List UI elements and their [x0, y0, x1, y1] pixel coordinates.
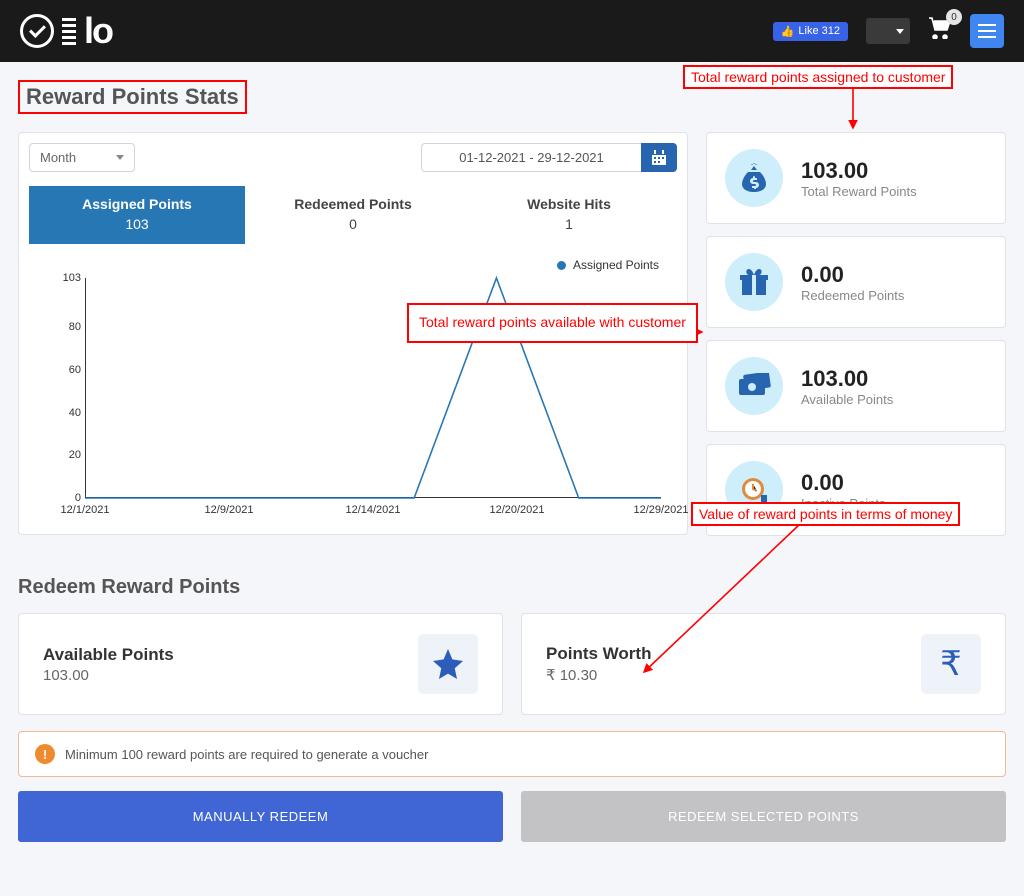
topbar-right: 👍 Like 312 0 [773, 14, 1004, 48]
warning-icon: ! [35, 744, 55, 764]
stat-redeemed-card: 0.00 Redeemed Points [706, 236, 1006, 328]
tab-label: Website Hits [461, 196, 677, 212]
menu-icon [978, 24, 996, 26]
arrow-icon [839, 84, 869, 134]
money-bag-icon [725, 149, 783, 207]
stat-value: 103.00 [801, 366, 893, 392]
daterange-picker[interactable]: 01-12-2021 - 29-12-2021 [421, 143, 677, 172]
logo-building-icon [62, 18, 76, 48]
cart-button[interactable]: 0 [928, 17, 952, 45]
annotation-total-assigned: Total reward points assigned to customer [683, 65, 953, 89]
tab-label: Redeemed Points [245, 196, 461, 212]
period-select[interactable]: Month [29, 143, 135, 172]
redeem-selected-button[interactable]: REDEEM SELECTED POINTS [521, 791, 1006, 842]
fb-like-text: Like 312 [798, 25, 840, 37]
daterange-input[interactable]: 01-12-2021 - 29-12-2021 [421, 143, 641, 172]
topbar: lo 👍 Like 312 0 [0, 0, 1024, 62]
card-value: 103.00 [43, 667, 174, 684]
gift-icon [725, 253, 783, 311]
logo[interactable]: lo [20, 10, 112, 52]
tab-assigned-points[interactable]: Assigned Points 103 [29, 186, 245, 244]
info-message: ! Minimum 100 reward points are required… [18, 731, 1006, 777]
tab-website-hits[interactable]: Website Hits 1 [461, 186, 677, 244]
stat-value: 0.00 [801, 470, 886, 496]
stats-sidebar: 103.00 Total Reward Points 0.00 Redeemed… [706, 132, 1006, 548]
stat-value: 103.00 [801, 158, 917, 184]
thumb-up-icon: 👍 [781, 25, 795, 38]
menu-button[interactable] [970, 14, 1004, 48]
stat-label: Total Reward Points [801, 184, 917, 199]
annotation-available: Total reward points available with custo… [407, 303, 698, 343]
tab-value: 0 [245, 216, 461, 232]
stat-label: Available Points [801, 392, 893, 407]
star-icon [418, 634, 478, 694]
cart-badge: 0 [946, 9, 962, 25]
period-value: Month [40, 150, 76, 165]
calendar-button[interactable] [641, 143, 677, 172]
card-value: ₹ 10.30 [546, 666, 651, 684]
user-dropdown[interactable] [866, 18, 910, 44]
chevron-down-icon [896, 29, 904, 34]
redeem-section-title: Redeem Reward Points [18, 576, 1006, 599]
tab-value: 1 [461, 216, 677, 232]
tab-value: 103 [29, 216, 245, 232]
card-label: Points Worth [546, 644, 651, 664]
chevron-down-icon [116, 155, 124, 160]
legend-dot-icon [557, 261, 566, 270]
logo-check-icon [20, 14, 54, 48]
points-worth-card: Points Worth ₹ 10.30 ₹ [521, 613, 1006, 715]
calendar-icon [651, 150, 667, 166]
chart-zone: Assigned Points 02040608010312/1/202112/… [19, 244, 687, 534]
tab-label: Assigned Points [29, 196, 245, 212]
page-title: Reward Points Stats [26, 84, 239, 110]
legend-label: Assigned Points [573, 258, 659, 272]
manually-redeem-button[interactable]: MANUALLY REDEEM [18, 791, 503, 842]
info-text: Minimum 100 reward points are required t… [65, 747, 428, 762]
stat-total-card: 103.00 Total Reward Points [706, 132, 1006, 224]
card-label: Available Points [43, 645, 174, 665]
cash-icon [725, 357, 783, 415]
stat-value: 0.00 [801, 262, 904, 288]
rupee-icon: ₹ [921, 634, 981, 694]
stat-label: Redeemed Points [801, 288, 904, 303]
chart-tabs: Assigned Points 103 Redeemed Points 0 We… [29, 186, 677, 244]
fb-like-button[interactable]: 👍 Like 312 [773, 22, 848, 41]
available-points-card: Available Points 103.00 [18, 613, 503, 715]
page-title-box: Reward Points Stats [18, 80, 247, 114]
annotation-worth: Value of reward points in terms of money [691, 502, 960, 526]
stat-available-card: 103.00 Available Points [706, 340, 1006, 432]
tab-redeemed-points[interactable]: Redeemed Points 0 [245, 186, 461, 244]
logo-text: lo [84, 10, 112, 52]
chart-legend: Assigned Points [29, 258, 659, 272]
